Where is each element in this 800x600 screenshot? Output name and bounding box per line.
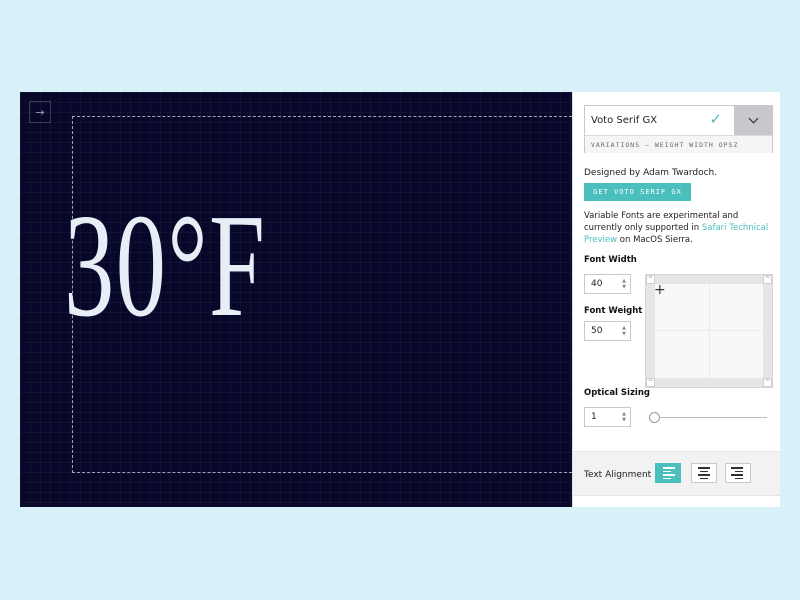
optical-sizing-label: Optical Sizing [584,388,650,398]
pad-gridline [709,284,710,378]
settings-panel: Voto Serif GX ✓ VARIATIONS — WEIGHT WIDT… [572,92,780,507]
text-alignment-label: Text Alignment [584,470,652,480]
pad-area[interactable] [655,284,763,378]
preview-canvas: → 30°F [20,92,572,507]
crosshair-handle-icon[interactable]: + [654,283,666,297]
font-width-stepper[interactable]: 40 ▲ ▼ [584,274,631,294]
note-text-after: on MacOS Sierra. [617,235,693,245]
optical-sizing-stepper[interactable]: 1 ▲ ▼ [584,407,631,427]
align-right-button[interactable] [725,463,751,483]
caret-up-icon: ^ [763,275,772,284]
font-width-label: Font Width [584,255,637,265]
width-weight-pad[interactable]: + ^ ^ ^ ^ [645,274,773,388]
support-note: Variable Fonts are experimental and curr… [584,210,779,246]
font-width-value: 40 [591,279,603,289]
sample-text[interactable]: 30°F [64,192,266,340]
optical-sizing-slider[interactable] [651,417,767,418]
font-weight-label: Font Weight [584,306,643,316]
check-icon: ✓ [709,110,722,128]
caret-up-icon: ^ [763,378,772,387]
alignment-bar: Text Alignment [573,451,780,495]
optical-sizing-value: 1 [591,412,597,422]
caret-up-icon: ^ [646,275,655,284]
font-name-label: Voto Serif GX [591,115,658,126]
get-font-button[interactable]: GET VOTO SERIF GX [584,183,691,201]
font-dropdown-button[interactable] [734,106,772,135]
designer-credit: Designed by Adam Twardoch. [584,168,718,178]
align-center-button[interactable] [691,463,717,483]
variations-caption: VARIATIONS — WEIGHT WIDTH OPSZ [585,136,772,153]
font-weight-value: 50 [591,326,603,336]
font-weight-stepper[interactable]: 50 ▲ ▼ [584,321,631,341]
stepper-arrows-icon[interactable]: ▲ ▼ [622,411,626,423]
chevron-down-icon [748,113,758,124]
app-window: → 30°F Voto Serif GX ✓ VARIATIONS — WEIG… [20,92,780,507]
expand-icon[interactable]: → [29,101,51,123]
caret-up-icon: ^ [646,378,655,387]
stepper-arrows-icon[interactable]: ▲ ▼ [622,325,626,337]
stepper-arrows-icon[interactable]: ▲ ▼ [622,278,626,290]
slider-thumb[interactable] [649,412,660,423]
font-selector[interactable]: Voto Serif GX ✓ VARIATIONS — WEIGHT WIDT… [584,105,773,153]
panel-footer [573,495,780,507]
align-left-button[interactable] [655,463,681,483]
font-name-field[interactable]: Voto Serif GX ✓ [585,106,734,135]
